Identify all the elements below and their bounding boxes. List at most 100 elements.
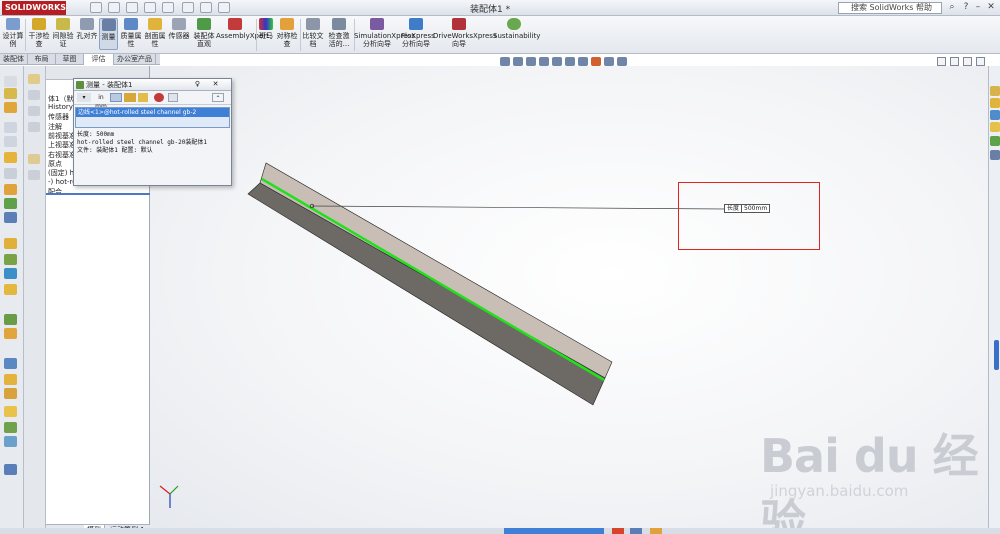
driveworksxpress-button[interactable]: DriveWorksXpress 向导 xyxy=(433,18,497,48)
view-orientation-icon[interactable] xyxy=(552,57,562,66)
minimize-icon[interactable]: – xyxy=(972,2,984,13)
toolbar-icon[interactable] xyxy=(28,90,40,100)
toolbar-icon[interactable] xyxy=(4,102,17,113)
point-to-point-icon[interactable] xyxy=(124,93,136,102)
taskbar-icon[interactable] xyxy=(650,528,662,534)
appearances-icon[interactable] xyxy=(990,136,1000,146)
save-icon[interactable] xyxy=(126,2,138,13)
sustainability-button[interactable]: Sustainability xyxy=(493,18,540,40)
maximize-icon[interactable] xyxy=(963,57,972,66)
zoom-fit-icon[interactable] xyxy=(500,57,510,66)
search-icon[interactable]: ⌕ xyxy=(946,2,958,13)
toolbar-icon[interactable] xyxy=(4,122,17,133)
zoom-area-icon[interactable] xyxy=(513,57,523,66)
toolbar-icon[interactable] xyxy=(4,238,17,249)
task-pane-home-icon[interactable] xyxy=(990,86,1000,96)
collapse-icon[interactable]: ⌃ xyxy=(212,93,224,102)
edit-appearance-icon[interactable] xyxy=(591,57,601,66)
close-icon[interactable]: ✕ xyxy=(985,2,997,13)
previous-view-icon[interactable] xyxy=(526,57,536,66)
design-study-button[interactable]: 设计算例 xyxy=(2,18,24,48)
custom-properties-icon[interactable] xyxy=(990,150,1000,160)
toolbar-icon[interactable] xyxy=(4,422,17,433)
tree-item-mates[interactable]: 配合 xyxy=(48,187,62,197)
tab-layout[interactable]: 布局 xyxy=(28,54,56,65)
view-palette-icon[interactable] xyxy=(990,122,1000,132)
restore-icon[interactable] xyxy=(950,57,959,66)
taskbar-icon[interactable] xyxy=(612,528,624,534)
toolbar-icon[interactable] xyxy=(4,374,17,385)
simulationxpress-button[interactable]: SimulationXpress 分析向导 xyxy=(354,18,415,48)
tile-icon[interactable] xyxy=(937,57,946,66)
help-search-input[interactable]: 搜索 SolidWorks 帮助 xyxy=(838,2,942,14)
toolbar-icon[interactable] xyxy=(28,74,40,84)
floxpress-button[interactable]: FloXpress 分析向导 xyxy=(401,18,435,48)
tree-item-sensors[interactable]: 传感器 xyxy=(48,112,69,122)
selected-edge[interactable] xyxy=(261,177,605,382)
toolbar-icon[interactable] xyxy=(4,168,17,179)
selected-entity[interactable]: 边线<1>@hot-rolled steel channel gb-2 xyxy=(76,108,229,117)
toolbar-icon[interactable] xyxy=(4,184,17,195)
assemblyxpert-button[interactable]: AssemblyXpert xyxy=(216,18,269,40)
clearance-verify-button[interactable]: 间隙验证 xyxy=(52,18,74,48)
options-icon[interactable] xyxy=(218,2,230,13)
mass-properties-button[interactable]: 质量属性 xyxy=(120,18,142,48)
beam-side-face[interactable] xyxy=(247,182,606,406)
measure-selection-list[interactable]: 边线<1>@hot-rolled steel channel gb-2 xyxy=(75,107,230,128)
measure-button[interactable]: 测量 xyxy=(99,18,118,50)
toolbar-icon[interactable] xyxy=(4,464,17,475)
open-file-icon[interactable] xyxy=(108,2,120,13)
toolbar-icon[interactable] xyxy=(4,88,17,99)
tab-assembly[interactable]: 装配体 xyxy=(0,54,28,65)
scene-icon[interactable] xyxy=(604,57,614,66)
toolbar-icon[interactable] xyxy=(4,254,17,265)
tab-sketch[interactable]: 草图 xyxy=(56,54,84,65)
section-view-icon[interactable] xyxy=(539,57,549,66)
beam-top-face[interactable] xyxy=(259,162,613,379)
taskbar-icon[interactable] xyxy=(630,528,642,534)
toolbar-icon[interactable] xyxy=(4,268,17,279)
toolbar-icon[interactable] xyxy=(28,122,40,132)
tab-office-products[interactable]: 办公室产品 xyxy=(114,54,156,65)
symmetry-check-button[interactable]: 对称检查 xyxy=(276,18,298,48)
assembly-visualization-button[interactable]: 装配体直观 xyxy=(192,18,216,48)
compare-documents-button[interactable]: 比较文档 xyxy=(302,18,324,48)
hole-align-button[interactable]: 孔对齐 xyxy=(76,18,98,40)
sensor-button[interactable]: 传感器 xyxy=(168,18,190,40)
toolbar-icon[interactable] xyxy=(4,76,17,87)
toolbar-icon[interactable] xyxy=(4,436,17,447)
design-library-icon[interactable] xyxy=(990,98,1000,108)
solidworks-logo[interactable]: SOLIDWORKS xyxy=(2,1,66,15)
dialog-close-icon[interactable]: ✕ xyxy=(210,80,221,89)
zebra-button[interactable]: 斑马 xyxy=(258,18,274,40)
rebuild-icon[interactable] xyxy=(200,2,212,13)
toolbar-icon[interactable] xyxy=(4,328,17,339)
hide-show-icon[interactable] xyxy=(578,57,588,66)
tree-item-top-plane[interactable]: 上视基准 xyxy=(48,140,76,150)
toolbar-icon[interactable] xyxy=(4,212,17,223)
history-icon[interactable] xyxy=(154,93,164,102)
toolbar-icon[interactable] xyxy=(4,388,17,399)
taskbar-item[interactable] xyxy=(504,528,604,534)
arc-options-icon[interactable]: ▾ xyxy=(77,93,91,102)
interference-check-button[interactable]: 干涉检查 xyxy=(28,18,50,48)
toolbar-icon[interactable] xyxy=(4,358,17,369)
sensor-create-icon[interactable] xyxy=(168,93,178,102)
toolbar-icon[interactable] xyxy=(4,314,17,325)
viewport-close-icon[interactable] xyxy=(976,57,985,66)
undo-icon[interactable] xyxy=(162,2,174,13)
toolbar-icon[interactable] xyxy=(4,284,17,295)
pin-icon[interactable]: ♀ xyxy=(192,80,203,89)
toolbar-icon[interactable] xyxy=(28,170,40,180)
tab-evaluate[interactable]: 评估 xyxy=(84,54,114,65)
units-button[interactable]: in mm xyxy=(94,93,108,110)
display-style-icon[interactable] xyxy=(565,57,575,66)
help-icon[interactable]: ? xyxy=(960,2,972,13)
projection-icon[interactable] xyxy=(138,93,148,102)
file-explorer-icon[interactable] xyxy=(990,110,1000,120)
toolbar-icon[interactable] xyxy=(28,154,40,164)
toolbar-icon[interactable] xyxy=(4,406,17,417)
print-icon[interactable] xyxy=(144,2,156,13)
select-icon[interactable] xyxy=(182,2,194,13)
check-active-button[interactable]: 检查激活的... xyxy=(326,18,352,48)
